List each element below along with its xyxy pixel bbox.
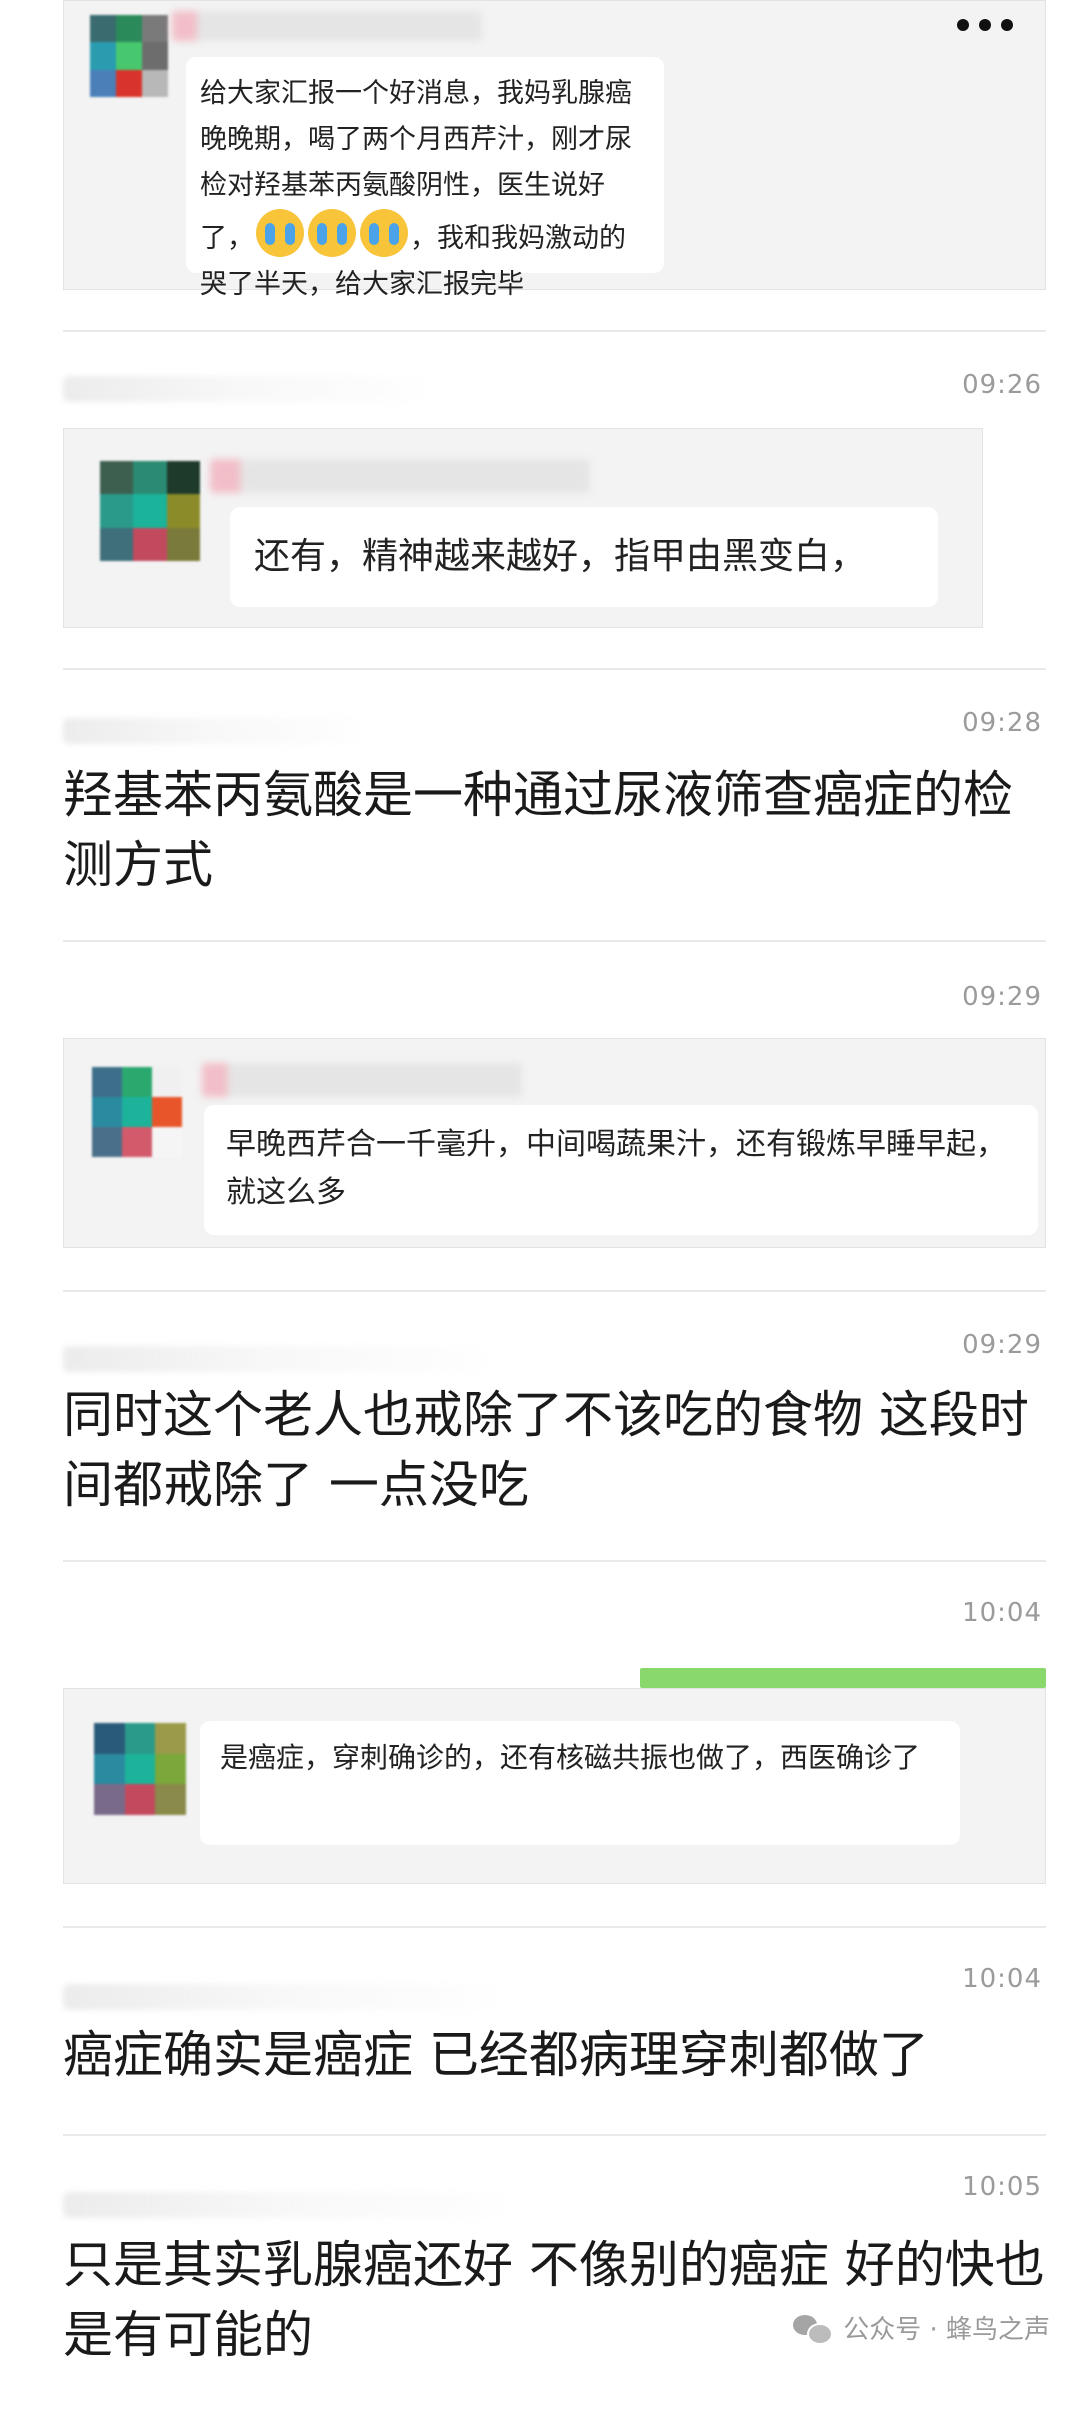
divider — [63, 668, 1046, 670]
watermark: 公众号 · 蜂鸟之声 — [793, 2309, 1050, 2346]
quote-card: 早晚西芹合一千毫升，中间喝蔬果汁，还有锻炼早睡早起，就这么多 — [63, 1038, 1046, 1248]
quote-card: 还有，精神越来越好，指甲由黑变白， — [63, 428, 983, 628]
quoted-message-bubble: 是癌症，穿刺确诊的，还有核磁共振也做了，西医确诊了 — [200, 1721, 960, 1845]
post-time: 09:29 — [962, 1330, 1042, 1360]
quote-card: 是癌症，穿刺确诊的，还有核磁共振也做了，西医确诊了 — [63, 1688, 1046, 1884]
quoted-message-bubble: 给大家汇报一个好消息，我妈乳腺癌晚晚期，喝了两个月西芹汁，刚才尿检对羟基苯丙氨酸… — [186, 57, 664, 300]
blurred-username — [63, 2192, 503, 2218]
post-time: 10:04 — [962, 1964, 1042, 1994]
watermark-text: 公众号 · 蜂鸟之声 — [843, 2315, 1050, 2345]
divider — [63, 330, 1046, 332]
divider — [63, 2134, 1046, 2136]
post-time: 10:05 — [962, 2172, 1042, 2202]
blurred-username — [63, 1984, 493, 2010]
crying-face-icon — [256, 209, 304, 257]
divider — [63, 940, 1046, 942]
blurred-username — [63, 376, 423, 402]
blurred-name — [210, 459, 590, 493]
quoted-message-text: 是癌症，穿刺确诊的，还有核磁共振也做了，西医确诊了 — [220, 1741, 921, 1774]
post-time: 09:26 — [962, 370, 1042, 400]
post-text: 同时这个老人也戒除了不该吃的食物 这段时间都戒除了 一点没吃 — [63, 1386, 1029, 1514]
avatar — [100, 461, 200, 561]
blurred-username — [63, 718, 363, 744]
crying-face-icon — [308, 209, 356, 257]
quoted-message-text: 早晚西芹合一千毫升，中间喝蔬果汁，还有锻炼早睡早起，就这么多 — [226, 1127, 1006, 1210]
post-text: 癌症确实是癌症 已经都病理穿刺都做了 — [63, 2026, 929, 2084]
quoted-message-bubble: 早晚西芹合一千毫升，中间喝蔬果汁，还有锻炼早睡早起，就这么多 — [204, 1105, 1038, 1235]
blurred-name — [172, 11, 482, 41]
quoted-message-text: 还有，精神越来越好，指甲由黑变白， — [254, 536, 867, 577]
quote-card-top: 给大家汇报一个好消息，我妈乳腺癌晚晚期，喝了两个月西芹汁，刚才尿检对羟基苯丙氨酸… — [63, 0, 1046, 300]
post-text: 羟基苯丙氨酸是一种通过尿液筛查癌症的检测方式 — [63, 766, 1013, 894]
highlight-bar — [640, 1668, 1046, 1688]
more-options-icon[interactable] — [957, 19, 1013, 31]
avatar — [94, 1723, 186, 1815]
post-text: 只是其实乳腺癌还好 不像别的癌症 好的快也是有可能的 — [63, 2236, 1045, 2364]
blurred-username — [63, 1346, 483, 1372]
crying-face-icon — [360, 209, 408, 257]
avatar — [92, 1067, 182, 1157]
wechat-icon — [793, 2313, 834, 2345]
post-time: 10:04 — [962, 1598, 1042, 1628]
divider — [63, 1926, 1046, 1928]
post-time: 09:28 — [962, 708, 1042, 738]
avatar — [90, 15, 168, 97]
divider — [63, 1290, 1046, 1292]
quoted-message-bubble: 还有，精神越来越好，指甲由黑变白， — [230, 507, 938, 607]
divider — [63, 1560, 1046, 1562]
post-time: 09:29 — [962, 982, 1042, 1012]
blurred-name — [202, 1063, 522, 1097]
